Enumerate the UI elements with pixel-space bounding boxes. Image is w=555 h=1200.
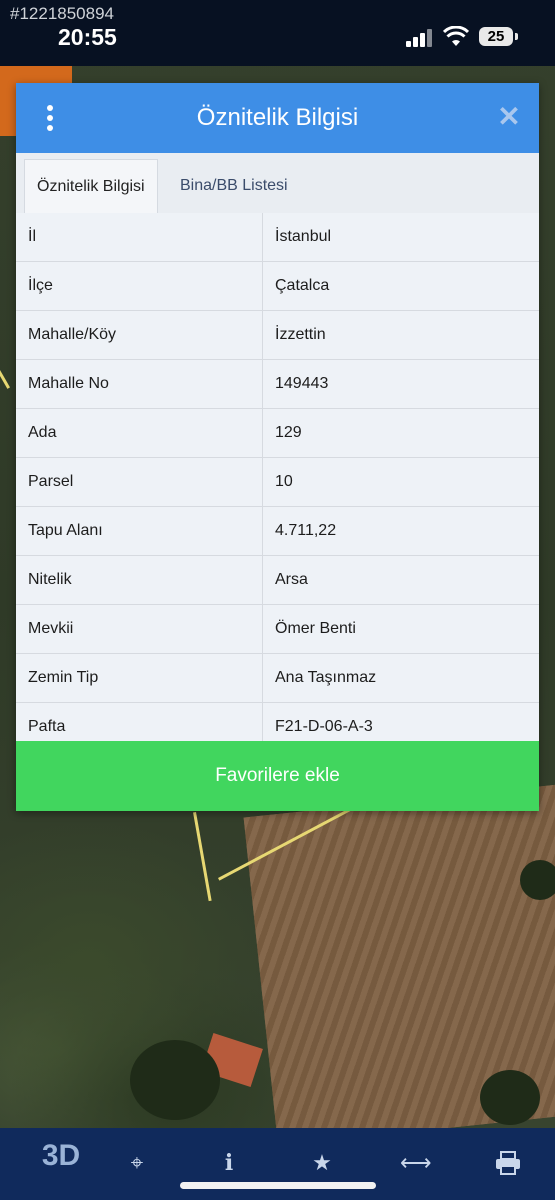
tab-attribute-info[interactable]: Öznitelik Bilgisi xyxy=(24,159,158,214)
row-value: Ana Taşınmaz xyxy=(275,669,377,686)
row-key: Parsel xyxy=(28,473,74,490)
table-row: Mevkii Ömer Benti xyxy=(16,605,539,654)
arrows-horizontal-icon[interactable]: ⟷ xyxy=(400,1148,432,1178)
printer-icon[interactable] xyxy=(493,1148,523,1178)
row-value: 4.711,22 xyxy=(275,522,337,539)
status-time: 20:55 xyxy=(58,24,117,50)
table-row: Mahalle/Köy İzzettin xyxy=(16,311,539,360)
status-bar: #1221850894 20:55 25 xyxy=(0,0,555,66)
tab-building-list[interactable]: Bina/BB Listesi xyxy=(168,159,300,213)
row-value: İzzettin xyxy=(275,326,326,343)
row-value: Çatalca xyxy=(275,277,330,294)
attribute-table: İl İstanbul İlçe Çatalca Mahalle/Köy İzzett… xyxy=(16,213,539,752)
info-icon[interactable]: i xyxy=(214,1148,244,1178)
table-row: Nitelik Arsa xyxy=(16,556,539,605)
tab-bar: Öznitelik Bilgisi Bina/BB Listesi xyxy=(16,153,539,214)
table-row: İlçe Çatalca xyxy=(16,262,539,311)
modal-header: Öznitelik Bilgisi ✕ xyxy=(16,83,539,153)
app-logo: 3D xyxy=(41,1139,81,1172)
crosshair-icon[interactable]: ⌖ xyxy=(122,1148,152,1178)
row-value: Arsa xyxy=(275,571,308,588)
row-value: Ömer Benti xyxy=(275,620,356,637)
parcel-boundary xyxy=(0,370,10,389)
home-indicator[interactable] xyxy=(180,1182,376,1189)
parcel-boundary xyxy=(193,812,212,902)
row-key: Nitelik xyxy=(28,571,72,588)
row-key: Tapu Alanı xyxy=(28,522,103,539)
map-tree xyxy=(130,1040,220,1120)
wifi-icon xyxy=(443,26,469,46)
row-value: İstanbul xyxy=(275,228,332,245)
add-to-favorites-button[interactable]: Favorilere ekle xyxy=(16,741,539,811)
table-row: İl İstanbul xyxy=(16,213,539,262)
row-value: 129 xyxy=(275,424,302,441)
listing-id: #1221850894 xyxy=(10,4,115,23)
attribute-info-modal: Öznitelik Bilgisi ✕ Öznitelik Bilgisi Bi… xyxy=(16,83,539,811)
row-key: Ada xyxy=(28,424,57,441)
row-key: Zemin Tip xyxy=(28,669,99,686)
map-tree xyxy=(520,860,555,900)
table-row: Parsel 10 xyxy=(16,458,539,507)
row-key: Mahalle No xyxy=(28,375,109,392)
table-row: Zemin Tip Ana Taşınmaz xyxy=(16,654,539,703)
row-value: 149443 xyxy=(275,375,329,392)
row-value: 10 xyxy=(275,473,293,490)
battery-indicator: 25 xyxy=(479,27,518,46)
map-tree xyxy=(480,1070,540,1125)
row-key: Mahalle/Köy xyxy=(28,326,117,343)
signal-icon xyxy=(406,29,434,47)
table-row: Mahalle No 149443 xyxy=(16,360,539,409)
table-row: Ada 129 xyxy=(16,409,539,458)
table-row: Tapu Alanı 4.711,22 xyxy=(16,507,539,556)
star-icon[interactable]: ★ xyxy=(307,1148,337,1178)
modal-title: Öznitelik Bilgisi xyxy=(196,104,359,131)
close-icon[interactable]: ✕ xyxy=(497,103,521,131)
row-key: Mevkii xyxy=(28,620,74,637)
row-key: İl xyxy=(28,228,36,245)
row-key: İlçe xyxy=(28,277,53,294)
